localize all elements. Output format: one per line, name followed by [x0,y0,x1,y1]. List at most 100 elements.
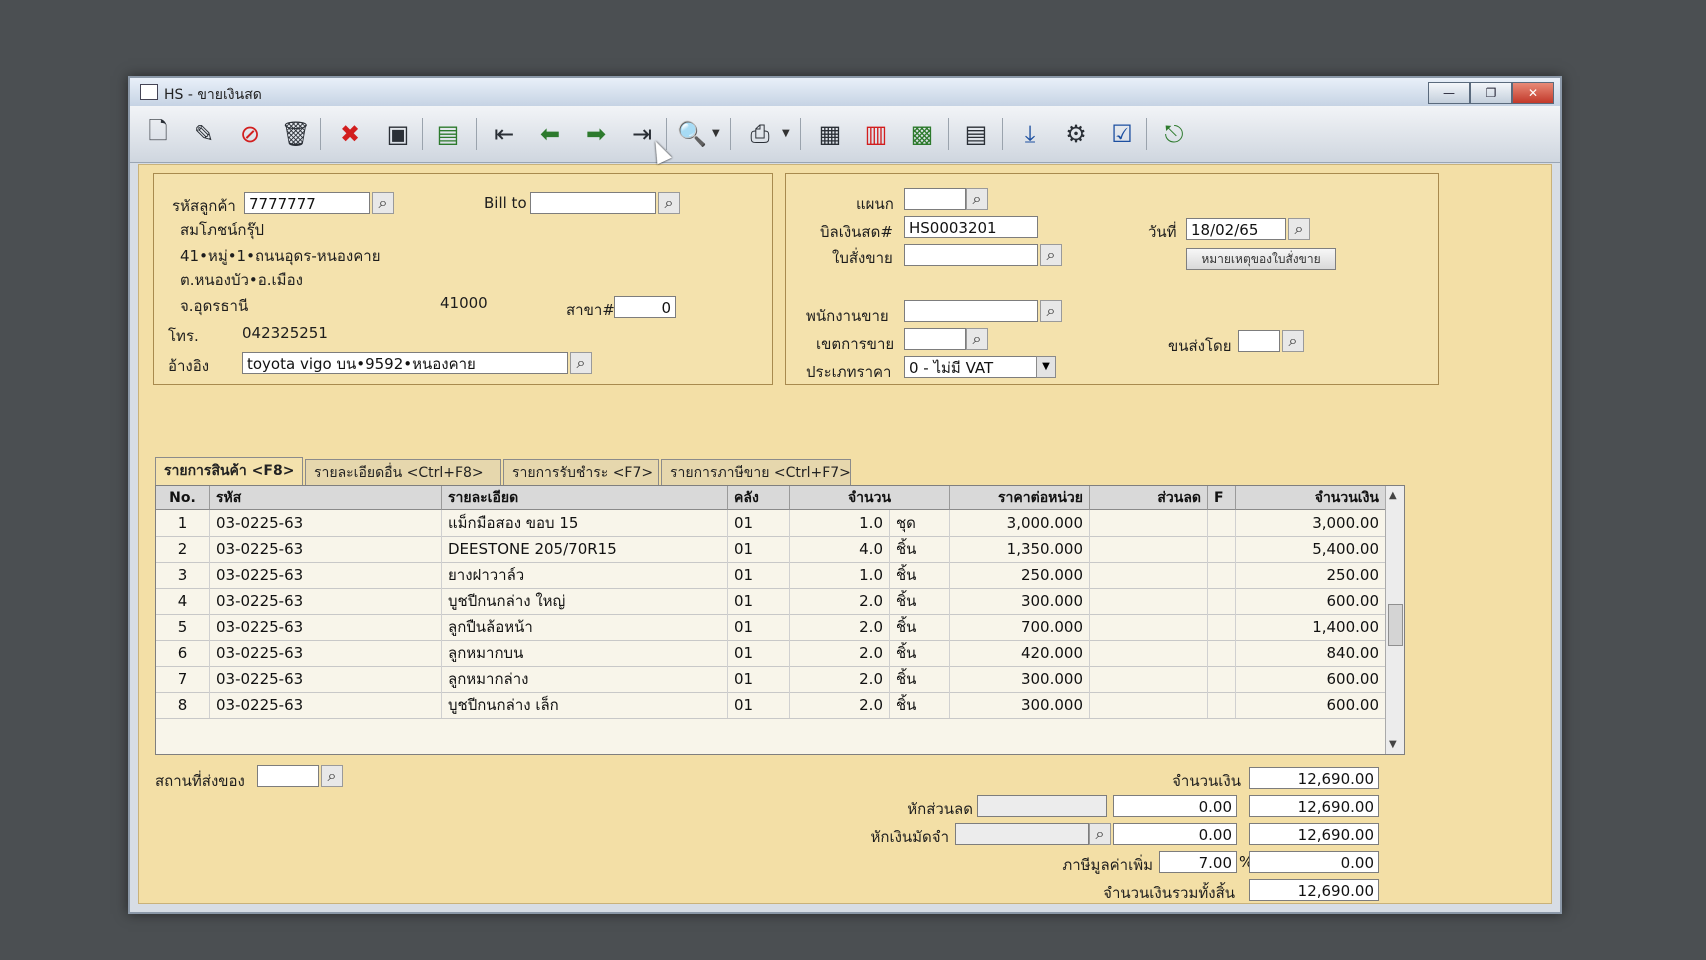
cell-warehouse[interactable]: 01 [728,614,790,640]
cell-discount[interactable] [1090,666,1208,692]
items-grid[interactable]: No. รหัส รายละเอียด คลัง จำนวน ราคาต่อหน… [155,485,1405,755]
cell-code[interactable]: 03-0225-63 [210,536,442,562]
cell-no[interactable]: 7 [156,666,210,692]
cell-no[interactable]: 2 [156,536,210,562]
cell-no[interactable]: 5 [156,614,210,640]
col-qty[interactable]: จำนวน [790,486,950,510]
cell-qty[interactable]: 2.0 [790,614,890,640]
deposit-value[interactable]: 0.00 [1113,823,1237,845]
col-desc[interactable]: รายละเอียด [442,486,728,510]
table-row[interactable]: 2 03-0225-63 DEESTONE 205/70R15 01 4.0 ชิ้น 1,… [156,536,1386,563]
sales-order-note-button[interactable]: หมายเหตุของใบสั่งขาย [1186,248,1336,270]
cell-f[interactable] [1208,640,1236,666]
print-dropdown-icon[interactable]: ▼ [782,128,790,139]
discount-text-input[interactable] [977,795,1107,817]
cell-qty[interactable]: 2.0 [790,640,890,666]
table-row[interactable]: 3 03-0225-63 ยางฝาวาล์ว 01 1.0 ชิ้น 250.000 250… [156,562,1386,589]
tab-sales-tax[interactable]: รายการภาษีขาย <Ctrl+F7> [661,459,851,485]
cell-amount[interactable]: 3,000.00 [1236,510,1386,536]
cell-f[interactable] [1208,510,1236,536]
ship-to-search-icon[interactable]: ⌕ [321,765,343,787]
cell-desc[interactable]: บูชปีกนกล่าง ใหญ่ [442,588,728,614]
cell-no[interactable]: 8 [156,692,210,718]
deposit-text-input[interactable] [955,823,1089,845]
cell-amount[interactable]: 600.00 [1236,666,1386,692]
delete-icon[interactable]: 🗑 [278,116,314,152]
cell-warehouse[interactable]: 01 [728,666,790,692]
cell-amount[interactable]: 600.00 [1236,692,1386,718]
table-row[interactable]: 5 03-0225-63 ลูกปืนล้อหน้า 01 2.0 ชิ้น 700.000… [156,614,1386,641]
sales-area-search-icon[interactable]: ⌕ [966,328,988,350]
cell-unit[interactable]: ชิ้น [890,562,950,588]
ok-down-icon[interactable]: ⤓ [1012,116,1048,152]
vat-rate-input[interactable]: 7.00 [1159,851,1237,873]
col-unit-price[interactable]: ราคาต่อหน่วย [950,486,1090,510]
tab-items[interactable]: รายการสินค้า <F8> [155,457,303,485]
cell-unit-price[interactable]: 420.000 [950,640,1090,666]
discount-value[interactable]: 0.00 [1113,795,1237,817]
sales-area-input[interactable] [904,328,966,350]
cancel-doc-icon[interactable]: ⊘ [232,116,268,152]
cell-unit[interactable]: ชิ้น [890,666,950,692]
cell-unit-price[interactable]: 300.000 [950,692,1090,718]
prev-icon[interactable]: ⬅ [532,116,568,152]
cell-qty[interactable]: 4.0 [790,536,890,562]
maximize-button[interactable]: ❐ [1470,82,1512,104]
cell-discount[interactable] [1090,640,1208,666]
price-type-select[interactable]: 0 - ไม่มี VAT [904,356,1038,378]
scroll-thumb[interactable] [1388,604,1403,646]
first-icon[interactable]: ⇤ [486,116,522,152]
report-icon[interactable]: ▤ [958,116,994,152]
cell-discount[interactable] [1090,588,1208,614]
table-row[interactable]: 8 03-0225-63 บูชปีกนกล่าง เล็ก 01 2.0 ชิ้น 300… [156,692,1386,719]
table-row[interactable]: 4 03-0225-63 บูชปีกนกล่าง ใหญ่ 01 2.0 ชิ้น 300… [156,588,1386,615]
cell-desc[interactable]: ลูกปืนล้อหน้า [442,614,728,640]
col-code[interactable]: รหัส [210,486,442,510]
billto-search-icon[interactable]: ⌕ [658,192,680,214]
scroll-down-icon[interactable]: ▼ [1389,739,1397,750]
customer-code-input[interactable]: 7777777 [244,192,370,214]
tools-icon[interactable]: ⚙ [1058,116,1094,152]
cell-discount[interactable] [1090,510,1208,536]
department-search-icon[interactable]: ⌕ [966,188,988,210]
cell-unit[interactable]: ชิ้น [890,640,950,666]
cell-f[interactable] [1208,692,1236,718]
cell-no[interactable]: 4 [156,588,210,614]
ship-to-input[interactable] [257,765,319,787]
cell-discount[interactable] [1090,692,1208,718]
cell-unit[interactable]: ชิ้น [890,692,950,718]
sd-icon[interactable]: ▩ [904,116,940,152]
form-icon[interactable]: ▥ [858,116,894,152]
department-input[interactable] [904,188,966,210]
cell-code[interactable]: 03-0225-63 [210,588,442,614]
new-doc-icon[interactable]: 🗋 [140,116,176,152]
ok-icon[interactable]: ☑ [1104,116,1140,152]
cell-no[interactable]: 3 [156,562,210,588]
cell-f[interactable] [1208,588,1236,614]
cell-f[interactable] [1208,666,1236,692]
cell-unit[interactable]: ชุด [890,510,950,536]
cell-amount[interactable]: 5,400.00 [1236,536,1386,562]
note-icon[interactable]: ▦ [812,116,848,152]
date-picker-icon[interactable]: ⌕ [1288,218,1310,240]
cell-unit-price[interactable]: 300.000 [950,666,1090,692]
cell-desc[interactable]: DEESTONE 205/70R15 [442,536,728,562]
cell-discount[interactable] [1090,614,1208,640]
print-icon[interactable]: ⎙ [742,116,778,152]
cell-no[interactable]: 6 [156,640,210,666]
price-type-dropdown-icon[interactable]: ▼ [1036,356,1056,378]
cell-f[interactable] [1208,536,1236,562]
branch-input[interactable]: 0 [614,296,676,318]
search-records-icon[interactable]: ▤ [430,116,466,152]
table-row[interactable]: 1 03-0225-63 แม็กมือสอง ขอบ 15 01 1.0 ชุด 3,00… [156,510,1386,537]
grid-scrollbar[interactable]: ▲ ▼ [1385,486,1404,754]
col-discount[interactable]: ส่วนลด [1090,486,1208,510]
cell-qty[interactable]: 2.0 [790,666,890,692]
cell-amount[interactable]: 1,400.00 [1236,614,1386,640]
deposit-search-icon[interactable]: ⌕ [1089,823,1111,845]
col-f[interactable]: F [1208,486,1236,510]
exit-icon[interactable]: ⎋ [1156,116,1192,152]
reference-input[interactable]: toyota vigo บน•9592•หนองคาย [242,352,568,374]
bill-no-input[interactable]: HS0003201 [904,216,1038,238]
tab-payments[interactable]: รายการรับชำระ <F7> [503,459,659,485]
